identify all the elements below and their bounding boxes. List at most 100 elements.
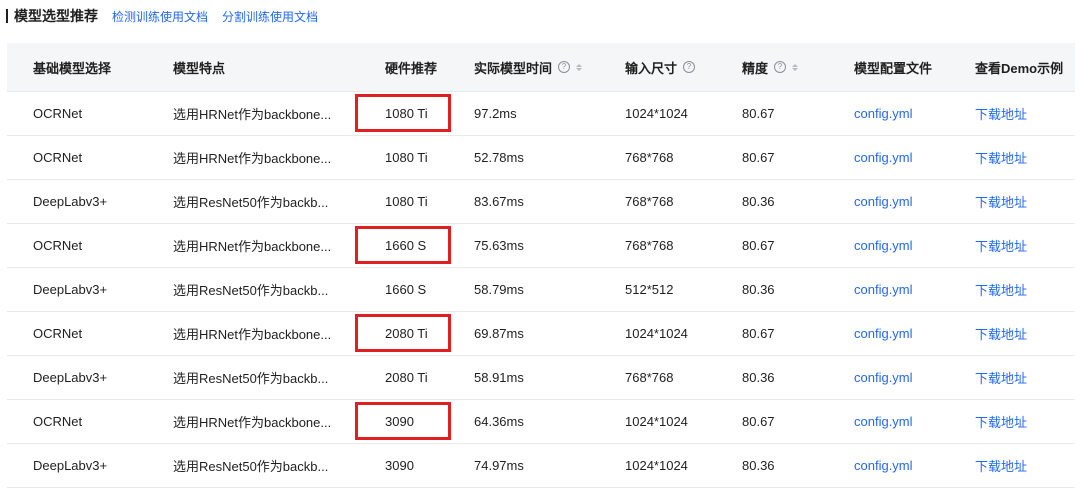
- cell-accuracy: 80.67: [742, 414, 775, 429]
- table-row: OCRNet 选用HRNet作为backbone... 2080 Ti 69.87ms…: [7, 311, 1075, 356]
- cell-hardware: 3090: [385, 458, 414, 473]
- table-cell: OCRNet: [7, 135, 147, 180]
- table-cell: config.yml: [828, 91, 949, 136]
- table-cell: 下载地址: [949, 355, 1075, 400]
- help-icon[interactable]: ?: [683, 61, 696, 73]
- table-cell: 80.36: [716, 179, 828, 224]
- cell-feature: 选用ResNet50作为backb...: [173, 195, 329, 210]
- cell-time: 58.91ms: [474, 370, 524, 385]
- cell-hardware: 1660 S: [385, 282, 427, 297]
- download-link[interactable]: 下载地址: [975, 192, 1027, 211]
- table-cell: 83.67ms: [448, 179, 605, 224]
- table-cell: 选用ResNet50作为backb...: [147, 267, 353, 312]
- download-link[interactable]: 下载地址: [975, 324, 1027, 343]
- model-table: 基础模型选择 模型特点 硬件推荐 实际模型时间 ? 输入尺寸 ? 精度 ? 模型…: [7, 43, 1075, 488]
- download-link[interactable]: 下载地址: [975, 412, 1027, 431]
- sort-icon[interactable]: [576, 63, 583, 71]
- table-cell: 下载地址: [949, 179, 1075, 224]
- cell-size: 768*768: [625, 150, 674, 165]
- table-cell: 80.67: [716, 135, 828, 180]
- table-cell: 选用HRNet作为backbone...: [147, 91, 353, 136]
- download-link[interactable]: 下载地址: [975, 104, 1027, 123]
- model-table-wrap: 基础模型选择 模型特点 硬件推荐 实际模型时间 ? 输入尺寸 ? 精度 ? 模型…: [7, 43, 1075, 488]
- table-cell: DeepLabv3+: [7, 179, 147, 224]
- cell-hardware: 1080 Ti: [385, 194, 428, 209]
- table-cell: config.yml: [828, 267, 949, 312]
- table-cell: OCRNet: [7, 311, 147, 356]
- download-link[interactable]: 下载地址: [975, 456, 1027, 475]
- config-link[interactable]: config.yml: [854, 282, 913, 297]
- table-cell: 3090: [353, 399, 448, 444]
- table-cell: config.yml: [828, 135, 949, 180]
- help-icon[interactable]: ?: [774, 61, 787, 73]
- cell-time: 74.97ms: [474, 458, 524, 473]
- table-cell: 选用ResNet50作为backb...: [147, 355, 353, 400]
- table-cell: 768*768: [605, 179, 716, 224]
- sort-icon[interactable]: [792, 63, 799, 71]
- cell-model: DeepLabv3+: [33, 282, 108, 297]
- download-link[interactable]: 下载地址: [975, 280, 1027, 299]
- table-cell: config.yml: [828, 443, 949, 488]
- config-link[interactable]: config.yml: [854, 238, 913, 253]
- col-header-time: 实际模型时间 ?: [448, 43, 605, 92]
- table-cell: 选用ResNet50作为backb...: [147, 179, 353, 224]
- table-cell: 1660 S: [353, 223, 448, 268]
- download-link[interactable]: 下载地址: [975, 236, 1027, 255]
- cell-size: 768*768: [625, 238, 674, 253]
- table-cell: config.yml: [828, 355, 949, 400]
- table-cell: 1080 Ti: [353, 135, 448, 180]
- table-cell: OCRNet: [7, 399, 147, 444]
- cell-time: 69.87ms: [474, 326, 524, 341]
- table-cell: 2080 Ti: [353, 311, 448, 356]
- cell-hardware: 3090: [385, 414, 414, 429]
- cell-size: 1024*1024: [625, 458, 688, 473]
- table-cell: 下载地址: [949, 135, 1075, 180]
- cell-size: 1024*1024: [625, 326, 688, 341]
- cell-accuracy: 80.36: [742, 458, 775, 473]
- download-link[interactable]: 下载地址: [975, 368, 1027, 387]
- config-link[interactable]: config.yml: [854, 414, 913, 429]
- cell-size: 1024*1024: [625, 106, 688, 121]
- table-cell: 74.97ms: [448, 443, 605, 488]
- download-link[interactable]: 下载地址: [975, 148, 1027, 167]
- cell-time: 52.78ms: [474, 150, 524, 165]
- cell-accuracy: 80.67: [742, 238, 775, 253]
- col-header-time-label: 实际模型时间: [474, 60, 553, 76]
- col-header-size-label: 输入尺寸: [625, 60, 678, 76]
- cell-accuracy: 80.36: [742, 370, 775, 385]
- config-link[interactable]: config.yml: [854, 150, 913, 165]
- cell-time: 64.36ms: [474, 414, 524, 429]
- cell-model: DeepLabv3+: [33, 370, 108, 385]
- segmentation-docs-link[interactable]: 分割训练使用文档: [222, 8, 318, 25]
- cell-time: 83.67ms: [474, 194, 524, 209]
- config-link[interactable]: config.yml: [854, 326, 913, 341]
- table-cell: DeepLabv3+: [7, 267, 147, 312]
- cell-accuracy: 80.36: [742, 282, 775, 297]
- cell-size: 1024*1024: [625, 414, 688, 429]
- section-header: 模型选型推荐 检测训练使用文档 分割训练使用文档: [6, 6, 332, 26]
- config-link[interactable]: config.yml: [854, 194, 913, 209]
- config-link[interactable]: config.yml: [854, 370, 913, 385]
- config-link[interactable]: config.yml: [854, 106, 913, 121]
- config-link[interactable]: config.yml: [854, 458, 913, 473]
- cell-feature: 选用HRNet作为backbone...: [173, 327, 332, 342]
- help-icon[interactable]: ?: [558, 61, 571, 73]
- table-cell: 52.78ms: [448, 135, 605, 180]
- table-cell: 下载地址: [949, 399, 1075, 444]
- cell-accuracy: 80.67: [742, 150, 775, 165]
- table-row: OCRNet 选用HRNet作为backbone... 1660 S 75.63ms 7…: [7, 223, 1075, 268]
- table-cell: 下载地址: [949, 223, 1075, 268]
- table-cell: 80.67: [716, 311, 828, 356]
- cell-model: OCRNet: [33, 414, 83, 429]
- table-row: DeepLabv3+ 选用ResNet50作为backb... 1660 S 58.7…: [7, 267, 1075, 312]
- detection-docs-link[interactable]: 检测训练使用文档: [112, 8, 208, 25]
- table-cell: OCRNet: [7, 91, 147, 136]
- table-cell: config.yml: [828, 223, 949, 268]
- table-cell: DeepLabv3+: [7, 443, 147, 488]
- cell-hardware: 1080 Ti: [385, 106, 428, 121]
- cell-feature: 选用HRNet作为backbone...: [173, 151, 332, 166]
- table-cell: 69.87ms: [448, 311, 605, 356]
- table-cell: 选用HRNet作为backbone...: [147, 311, 353, 356]
- table-cell: 1024*1024: [605, 399, 716, 444]
- table-cell: 2080 Ti: [353, 355, 448, 400]
